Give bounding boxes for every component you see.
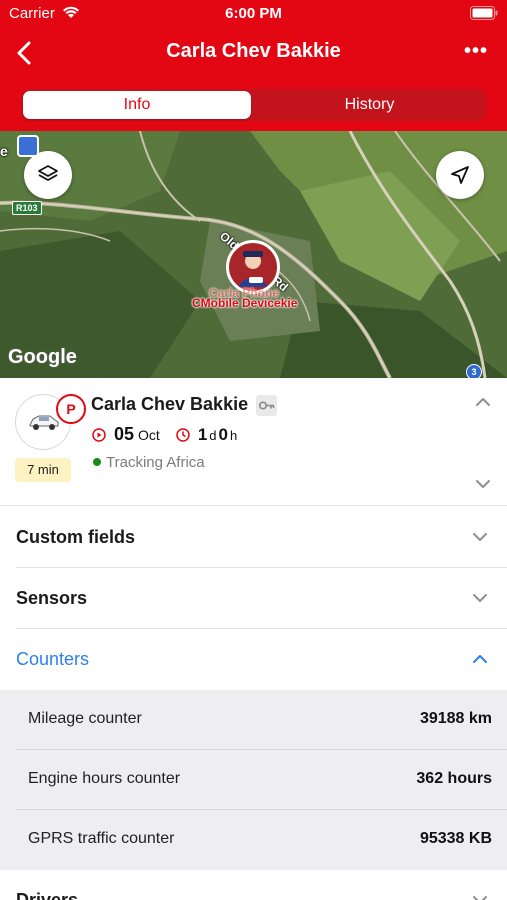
chevron-up-icon[interactable] [474,396,492,408]
marker-label: CMobile Devicekie [192,296,298,310]
duration-hours: 0 [218,425,228,444]
section-custom-fields[interactable]: Custom fields [16,507,507,568]
poi-marker-icon [17,135,39,157]
counters-list: Mileage counter 39188 km Engine hours co… [0,690,507,870]
unit-card[interactable]: P 7 min Carla Chev Bakkie 05 Oct 1 d 0 h… [0,378,507,506]
section-label: Sensors [16,588,88,608]
route-shield-secondary: 3 [466,364,482,378]
poi-label: e [0,143,8,159]
driver-avatar-icon [239,251,267,287]
tracking-status: Tracking Africa [93,454,205,471]
page-title: Carla Chev Bakkie [166,40,341,62]
clock-icon [176,428,190,442]
date-day: 05 [114,424,135,444]
last-message-row: 05 Oct 1 d 0 h [92,424,239,446]
section-label: Counters [16,649,90,669]
section-sensors[interactable]: Sensors [16,568,507,629]
header: Carrier 6:00 PM Carla Chev Bakkie ••• In… [0,0,507,131]
chevron-down-icon [473,594,487,602]
play-circle-icon [92,428,106,442]
tab-history[interactable]: History [255,91,484,119]
counter-name: Engine hours counter [28,770,181,787]
chevron-down-icon[interactable] [474,478,492,490]
google-logo: Google [8,346,77,368]
car-icon [29,415,59,430]
tab-switcher: Info History [21,89,486,121]
parked-status-badge: P [56,394,86,424]
map-layers-button[interactable] [24,151,72,199]
clock: 6:00 PM [225,5,282,22]
more-options-button[interactable]: ••• [463,40,489,64]
online-status-dot [93,458,101,466]
date-month: Oct [138,427,160,443]
unit-name: Carla Chev Bakkie [91,394,249,414]
counter-value: 39188 km [419,710,492,727]
tab-info[interactable]: Info [23,91,251,119]
counter-value: 95338 KB [419,830,492,847]
section-drivers[interactable]: Drivers [16,870,507,900]
my-location-button[interactable] [436,151,484,199]
counter-row-engine-hours: Engine hours counter 362 hours [0,750,507,810]
counter-row-gprs-traffic: GPRS traffic counter 95338 KB [0,810,507,870]
navigation-arrow-icon [451,166,469,184]
section-counters[interactable]: Counters [16,629,507,690]
duration-days: 1 [197,425,208,444]
battery-icon [470,6,498,25]
section-label: Drivers [16,890,79,900]
counter-name: GPRS traffic counter [28,830,175,847]
chevron-down-icon [473,896,487,900]
time-since-chip: 7 min [15,458,71,482]
status-bar: Carrier 6:00 PM [0,0,507,28]
ignition-key-icon [256,395,277,416]
counter-value: 362 hours [416,770,492,787]
duration-hours-unit: h [229,428,238,443]
layers-icon [38,165,58,181]
tracking-label: Tracking Africa [106,454,205,471]
chevron-down-icon [473,533,487,541]
counter-row-mileage: Mileage counter 39188 km [0,690,507,750]
chevron-up-icon [473,655,487,663]
section-label: Custom fields [16,527,136,547]
duration-days-unit: d [209,428,217,443]
route-shield: R103 [12,201,42,215]
counter-name: Mileage counter [28,710,142,727]
